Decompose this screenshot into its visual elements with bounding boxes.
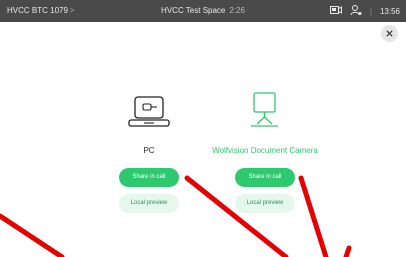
close-button[interactable] <box>381 25 398 42</box>
share-option-document-camera: Wolfvision Document Camera Share in call… <box>200 89 330 213</box>
self-view-icon[interactable] <box>329 5 342 18</box>
annotation-stroke <box>0 213 65 257</box>
document-camera-icon <box>251 92 278 127</box>
share-in-call-button[interactable]: Share in call <box>119 168 179 187</box>
status-divider: | <box>369 6 372 16</box>
clock: 13:56 <box>379 6 400 16</box>
local-preview-button[interactable]: Local preview <box>235 194 295 213</box>
annotation-stroke <box>343 245 352 257</box>
space-name: HVCC Test Space <box>161 6 226 15</box>
status-area: | 13:56 <box>329 4 400 18</box>
call-duration: 2:26 <box>229 6 245 15</box>
option-title: Wolfvision Document Camera <box>212 146 318 155</box>
share-option-pc: PC Share in call Local preview <box>84 89 214 213</box>
share-screen: HVCC BTC 1079 > HVCC Test Space 2:26 | 1… <box>0 0 406 257</box>
participants-icon[interactable] <box>350 4 362 18</box>
laptop-icon <box>128 96 170 127</box>
share-in-call-button[interactable]: Share in call <box>235 168 295 187</box>
top-bar: HVCC BTC 1079 > HVCC Test Space 2:26 | 1… <box>0 0 406 22</box>
close-icon <box>386 30 393 37</box>
local-preview-button[interactable]: Local preview <box>119 194 179 213</box>
option-title: PC <box>143 146 155 155</box>
